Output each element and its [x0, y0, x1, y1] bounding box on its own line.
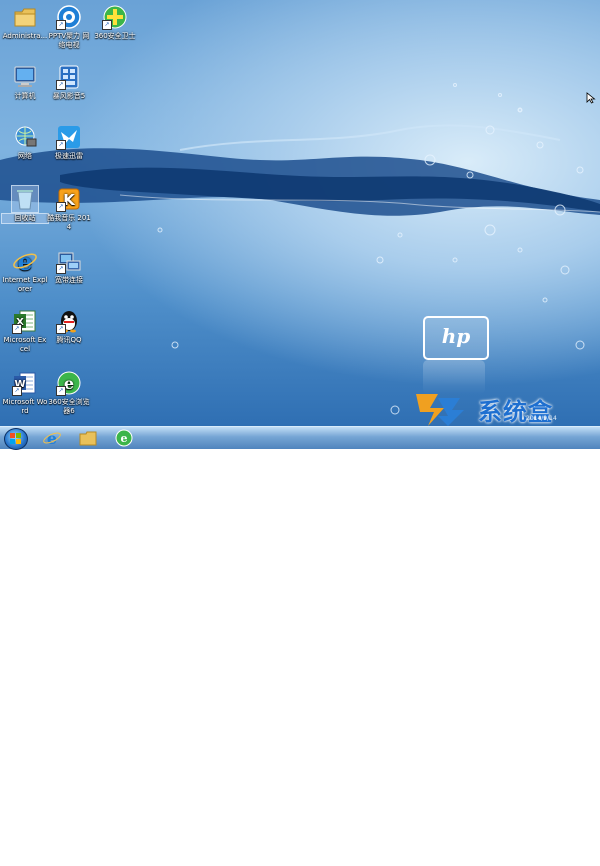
taskbar: e e www.xitonghe.com — [0, 426, 600, 866]
desktop-icon-computer[interactable]: 计算机 — [2, 64, 48, 101]
shortcut-arrow-icon: ↗ — [56, 324, 66, 334]
shortcut-arrow-icon: ↗ — [102, 20, 112, 30]
folder-icon — [12, 4, 38, 30]
shortcut-arrow-icon: ↗ — [56, 80, 66, 90]
360-browser-icon: e ↗ — [56, 370, 82, 396]
desktop-icon-360-safe[interactable]: ↗ 360安全卫士 — [92, 4, 138, 41]
pptv-icon: ↗ — [56, 4, 82, 30]
excel-icon: X ↗ — [12, 308, 38, 334]
desktop-icon-kuwo[interactable]: K ↗ 酷我音乐 2014 — [46, 186, 92, 232]
start-button[interactable] — [4, 428, 28, 450]
taskbar-360-browser-button[interactable]: e — [114, 429, 136, 447]
desktop[interactable]: Administra... 计算机 网络 回收站 e Internet Expl… — [0, 0, 600, 426]
shortcut-arrow-icon: ↗ — [56, 264, 66, 274]
folder-icon — [79, 431, 97, 446]
desktop-icon-broadband[interactable]: ↗ 宽带连接 — [46, 248, 92, 285]
desktop-icon-360-browser[interactable]: e ↗ 360安全浏览器6 — [46, 370, 92, 416]
desktop-icon-recycle-bin[interactable]: 回收站 — [1, 185, 49, 224]
internet-explorer-icon: e — [43, 429, 61, 448]
shortcut-arrow-icon: ↗ — [56, 202, 66, 212]
baofeng-icon: ↗ — [56, 64, 82, 90]
mouse-cursor-icon — [586, 92, 596, 104]
shortcut-arrow-icon: ↗ — [12, 386, 22, 396]
taskbar-explorer-button[interactable] — [78, 429, 100, 447]
desktop-icon-administrator[interactable]: Administra... — [2, 4, 48, 41]
360-safe-icon: ↗ — [102, 4, 128, 30]
hp-logo: hp — [423, 316, 489, 360]
desktop-icon-internet-explorer[interactable]: e Internet Explorer — [2, 247, 48, 294]
xunlei-icon: ↗ — [56, 124, 82, 150]
shortcut-arrow-icon: ↗ — [12, 324, 22, 334]
recycle-bin-icon — [11, 185, 39, 213]
desktop-icon-pptv[interactable]: ↗ PPTV聚力 网络电视 — [46, 4, 92, 50]
desktop-icon-word[interactable]: W ↗ Microsoft Word — [2, 370, 48, 416]
qq-icon: ↗ — [56, 308, 82, 334]
network-icon — [12, 124, 38, 150]
svg-text:e: e — [121, 432, 128, 445]
desktop-icon-excel[interactable]: X ↗ Microsoft Excel — [2, 308, 48, 354]
shortcut-arrow-icon: ↗ — [56, 140, 66, 150]
kuwo-music-icon: K ↗ — [56, 186, 82, 212]
watermark-logo-icon — [416, 394, 464, 426]
desktop-icon-baofeng[interactable]: ↗ 暴风影音5 — [46, 64, 92, 101]
desktop-icon-qq[interactable]: ↗ 腾讯QQ — [46, 308, 92, 345]
word-icon: W ↗ — [12, 370, 38, 396]
360-browser-icon: e — [115, 429, 133, 447]
computer-icon — [12, 64, 38, 90]
windows-logo-icon — [10, 433, 21, 444]
shortcut-arrow-icon: ↗ — [56, 20, 66, 30]
svg-text:e: e — [47, 429, 57, 447]
svg-text:e: e — [17, 248, 32, 274]
desktop-icon-xunlei[interactable]: ↗ 极速迅雷 — [46, 124, 92, 161]
taskbar-internet-explorer-button[interactable]: e — [42, 429, 64, 448]
desktop-icon-network[interactable]: 网络 — [2, 124, 48, 161]
internet-explorer-icon: e — [12, 247, 38, 276]
shortcut-arrow-icon: ↗ — [56, 386, 66, 396]
broadband-icon: ↗ — [56, 248, 82, 274]
clock-date: 2014/9/14 — [526, 415, 557, 422]
watermark-url: www.xitonghe.com — [482, 857, 559, 866]
